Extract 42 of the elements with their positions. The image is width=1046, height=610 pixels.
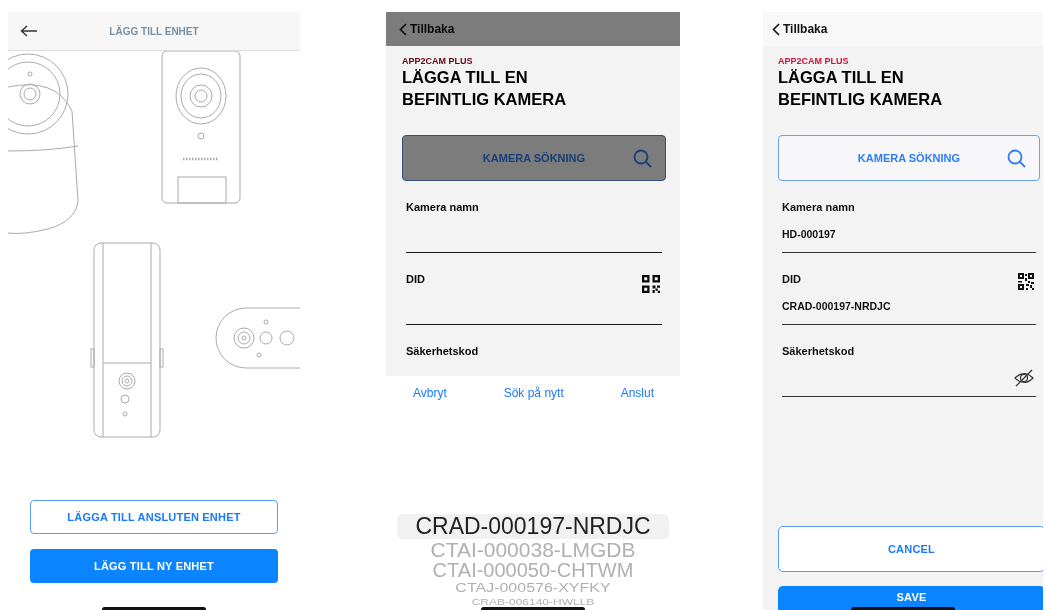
back-link[interactable]: Tillbaka	[772, 22, 828, 36]
field-value: HD-000197	[782, 228, 836, 240]
sheet-action-button[interactable]: Anslut	[620, 386, 654, 400]
back-link[interactable]: Tillbaka	[399, 22, 455, 36]
search-icon	[1007, 149, 1026, 168]
field-label: Säkerhetskod	[406, 345, 479, 357]
field-label: DID	[406, 273, 425, 285]
picker-option[interactable]: CRAD-000197-NRDJC	[397, 514, 669, 539]
sheet-action-button[interactable]: Avbryt	[413, 386, 447, 400]
input-field[interactable]: Säkerhetskod	[782, 345, 1036, 397]
qr-code-icon[interactable]	[642, 275, 660, 293]
input-field[interactable]: DID	[406, 273, 662, 325]
camera-search-button[interactable]: KAMERA SÖKNING	[402, 135, 666, 181]
field-label: Säkerhetskod	[782, 345, 855, 357]
field-label: DID	[782, 273, 801, 285]
brand-label: APP2CAM PLUS	[778, 56, 850, 66]
picker-option[interactable]: CTAI-000038-LMGDB	[430, 539, 636, 560]
chevron-icon	[772, 22, 780, 36]
primary-button[interactable]: LÄGG TILL NY ENHET	[30, 549, 278, 583]
chevron-icon	[399, 22, 407, 36]
primary-button[interactable]: SAVE	[778, 586, 1043, 610]
picker-option[interactable]: CTAJ-000576-XYFKY	[455, 582, 611, 594]
field-value: CRAD-000197-NRDJC	[782, 300, 891, 312]
picker-option[interactable]: CRAB-006140-HWLLB	[471, 597, 595, 607]
screen-title: LÄGG TILL ENHET	[109, 25, 199, 37]
sheet-action-button[interactable]: Sök på nytt	[503, 386, 564, 400]
outline-button[interactable]: LÄGGA TILL ANSLUTEN ENHET	[30, 500, 278, 534]
field-label: Kamera namn	[406, 201, 479, 213]
input-field[interactable]: Kamera namn	[406, 201, 662, 253]
input-field[interactable]: DID CRAD-000197-NRDJC	[782, 273, 1036, 325]
back-arrow-icon[interactable]	[20, 25, 38, 37]
picker-option[interactable]: CTAI-000050-CHTWM	[432, 560, 634, 580]
search-icon	[633, 149, 652, 168]
brand-label: APP2CAM PLUS	[402, 56, 474, 66]
page-heading: LÄGGA TILL EN BEFINTLIG KAMERA	[778, 67, 944, 110]
hidden-eye-icon[interactable]	[1014, 369, 1034, 387]
field-label: Kamera namn	[782, 201, 855, 213]
qr-code-icon[interactable]	[1018, 273, 1034, 291]
page-heading: LÄGGA TILL EN BEFINTLIG KAMERA	[402, 67, 568, 110]
outline-button[interactable]: CANCEL	[778, 526, 1043, 572]
input-field[interactable]: Kamera namn HD-000197	[782, 201, 1036, 253]
camera-search-button[interactable]: KAMERA SÖKNING	[778, 135, 1040, 181]
